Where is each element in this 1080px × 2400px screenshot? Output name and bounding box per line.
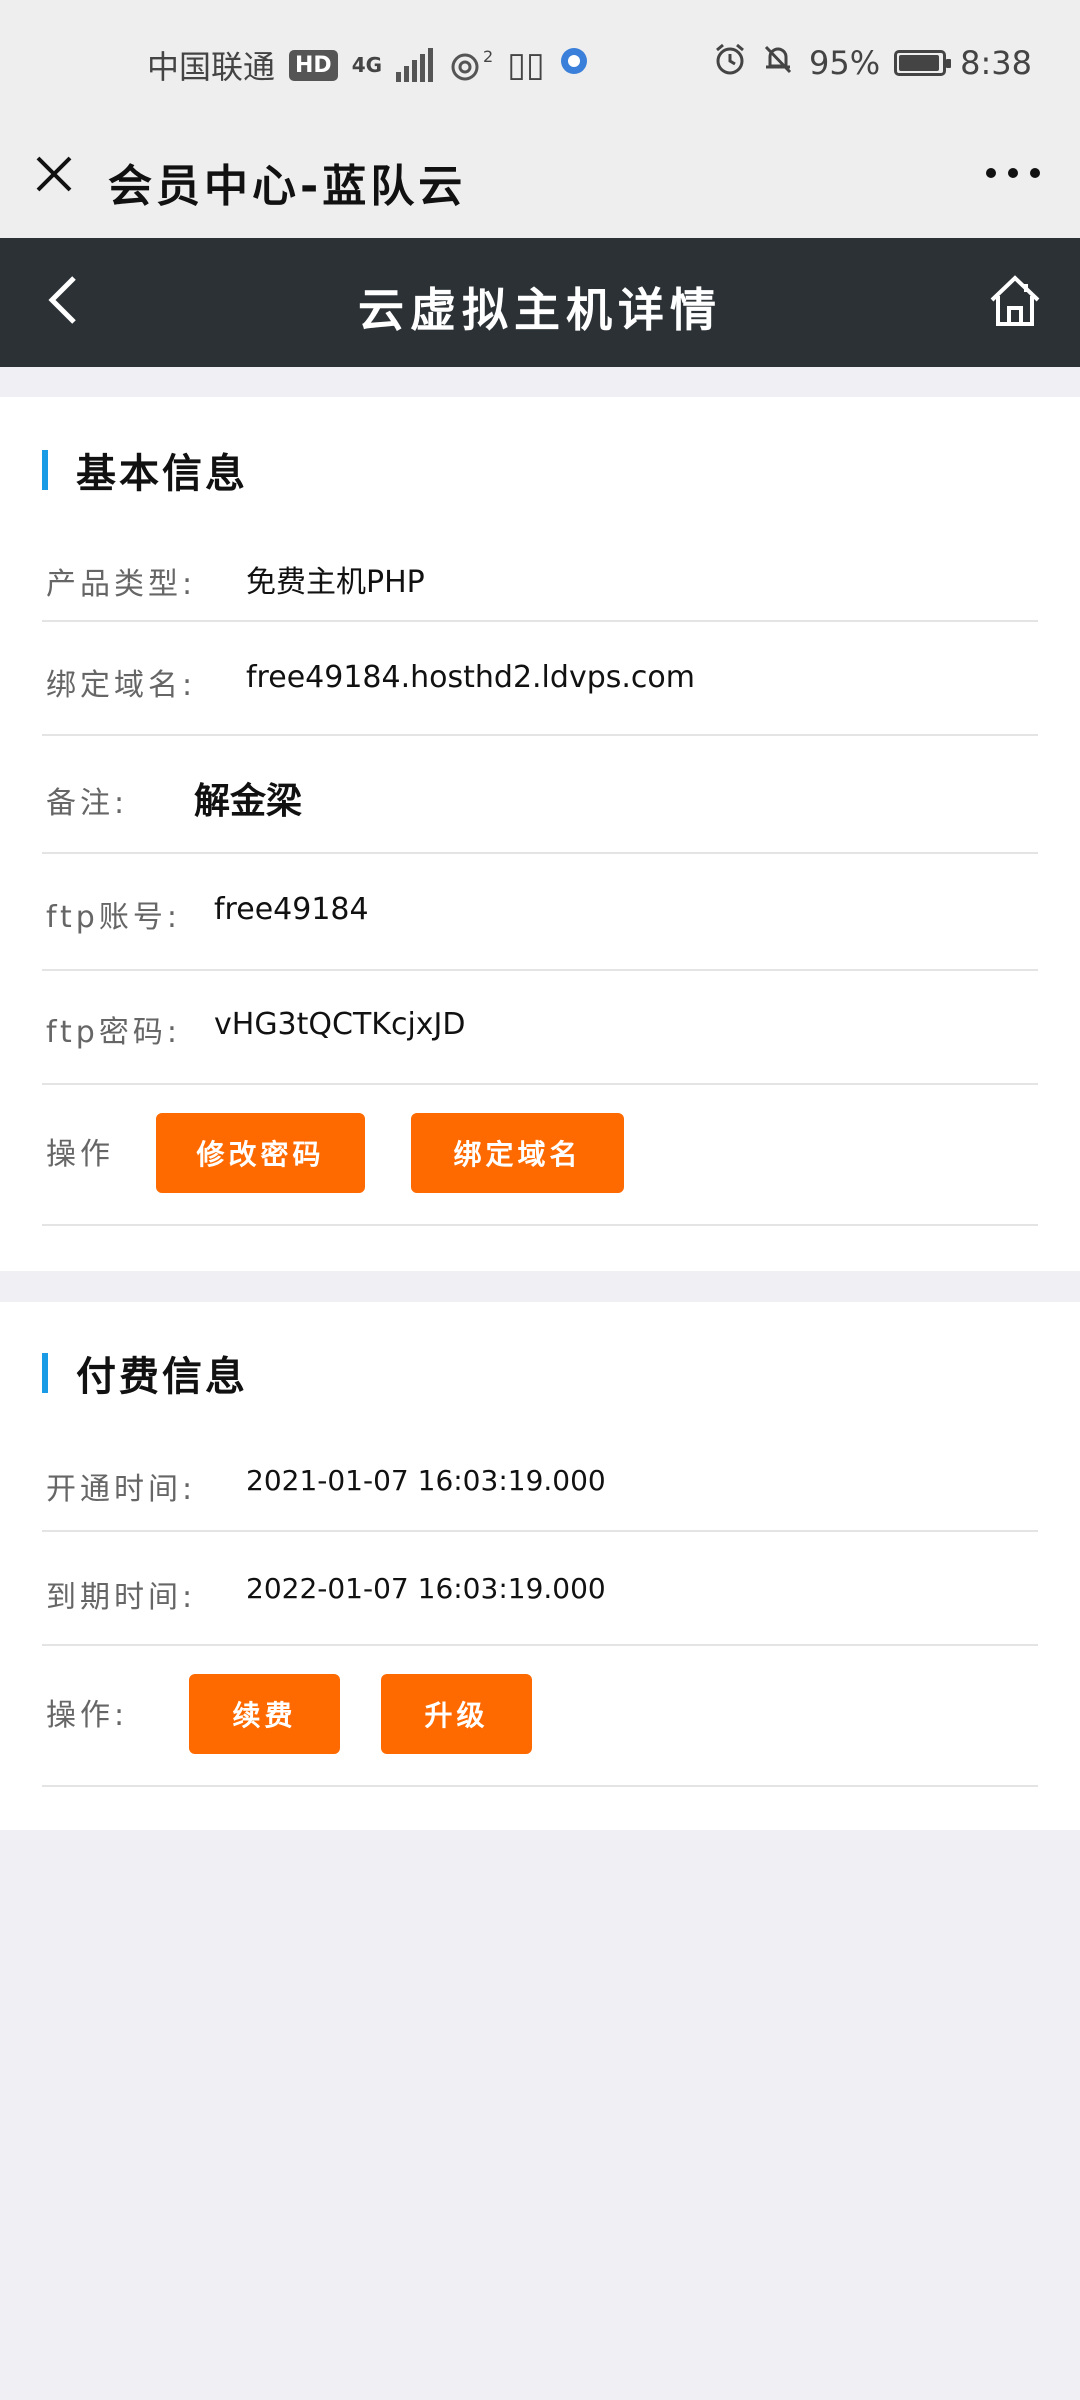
row-value: 解金梁 [194,781,303,822]
expire-time-row: 到期时间: 2022-01-07 16:03:19.000 [42,1530,1038,1646]
remark-row: 备注: 解金梁 [42,734,1038,854]
ftp-password-row: ftp密码: vHG3tQCTKcjxJD [42,969,1038,1085]
browser-icon [559,46,589,84]
alarm-icon [713,42,747,84]
payment-info-card: 付费信息 开通时间: 2021-01-07 16:03:19.000 到期时间:… [0,1302,1080,1830]
product-type-row: 产品类型: 免费主机PHP [42,465,1038,622]
more-menu-icon[interactable] [986,168,1040,178]
row-value: 2022-01-07 16:03:19.000 [246,1572,606,1605]
status-right: 95% 8:38 [713,42,1032,84]
row-label: 开通时间: [46,1472,197,1507]
listen-icon: ▯▯ [507,45,545,85]
signal-icon [396,48,434,82]
battery-percent: 95% [809,44,881,82]
nfc-icon: 2 [447,47,493,83]
network-type: 4G [351,53,383,77]
bind-domain-button[interactable]: 绑定域名 [411,1113,624,1193]
row-value: free49184.hosthd2.ldvps.com [246,660,695,695]
battery-fill [899,55,940,71]
change-password-button[interactable]: 修改密码 [156,1113,365,1193]
home-icon[interactable] [986,272,1044,330]
renew-button[interactable]: 续费 [189,1674,340,1754]
page-title: 云虚拟主机详情 [358,283,722,337]
hd-badge: HD [289,49,338,81]
nfc-label: 2 [483,47,494,66]
basic-info-card: 基本信息 产品类型: 免费主机PHP 绑定域名: free49184.hosth… [0,397,1080,1271]
mute-bell-icon [761,42,795,84]
battery-icon [894,50,952,76]
wechat-title: 会员中心-蓝队云 [108,161,467,212]
status-left: 中国联通 HD 4G 2 ▯▯ [147,42,589,88]
row-label: 操作 [46,1137,114,1172]
row-label: 备注: [46,786,129,821]
app-header: 云虚拟主机详情 [0,238,1080,367]
row-value: vHG3tQCTKcjxJD [214,1007,466,1042]
clock: 8:38 [960,44,1032,82]
row-value: 免费主机PHP [246,565,425,600]
row-label: 到期时间: [46,1580,197,1615]
bound-domain-row: 绑定域名: free49184.hosthd2.ldvps.com [42,620,1038,736]
row-value: 2021-01-07 16:03:19.000 [246,1464,606,1497]
row-label: ftp账号: [46,900,181,935]
status-bar: 中国联通 HD 4G 2 ▯▯ 95% 8:38 [0,0,1080,130]
basic-actions-row: 操作 修改密码 绑定域名 [42,1083,1038,1226]
row-label: 绑定域名: [46,668,197,703]
payment-actions-row: 操作: 续费 升级 [42,1644,1038,1787]
ftp-account-row: ftp账号: free49184 [42,852,1038,971]
row-label: 产品类型: [46,567,197,602]
upgrade-button[interactable]: 升级 [381,1674,532,1754]
row-label: ftp密码: [46,1015,181,1050]
close-icon[interactable] [32,152,76,196]
row-label: 操作: [46,1698,129,1733]
row-value: free49184 [214,892,369,927]
wechat-top-bar: 会员中心-蓝队云 [0,130,1080,238]
open-time-row: 开通时间: 2021-01-07 16:03:19.000 [42,1368,1038,1532]
carrier-name: 中国联通 [147,48,276,86]
